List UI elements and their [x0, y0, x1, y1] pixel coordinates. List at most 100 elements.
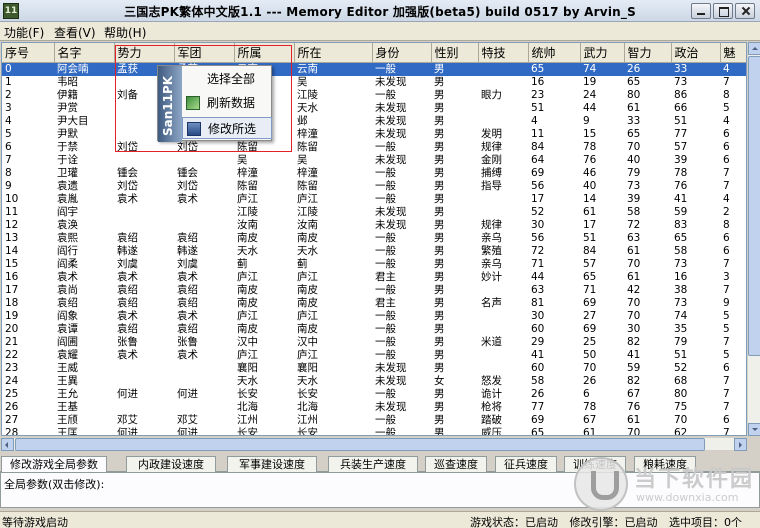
close-button[interactable] [735, 3, 755, 19]
table-cell [114, 401, 174, 414]
tab-domestic-speed[interactable]: 内政建设速度 [126, 456, 216, 472]
scroll-thumb[interactable] [748, 56, 760, 356]
global-params-panel[interactable]: 全局参数(双击修改): [0, 472, 760, 508]
table-row[interactable]: 27 王颀 邓艾 邓艾 江州 江州 一般 男 踏破 69 67 61 70 6 [2, 414, 746, 427]
table-cell: 29 [531, 335, 545, 348]
table-cell: 40 [627, 153, 641, 166]
table-row[interactable]: 3 尹赏 天水 未发现 男 51 44 61 66 5 [2, 101, 746, 115]
table-row[interactable]: 7 于诠 吴 吴 未发现 男 金刚 64 76 40 39 6 [2, 153, 746, 167]
table-cell: 62 [674, 426, 688, 436]
table-row[interactable]: 18 袁绍 袁绍 袁绍 南皮 南皮 君主 男 名声 81 69 70 73 9 [2, 296, 746, 310]
table-row[interactable]: 12 袁涣 汝南 汝南 未发现 男 规律 30 17 72 83 8 [2, 218, 746, 232]
table-cell: 未发现 [375, 127, 407, 140]
table-row[interactable]: 17 袁尚 袁绍 袁绍 南皮 南皮 一般 男 63 71 42 38 7 [2, 284, 746, 297]
table-cell: 21 [5, 335, 19, 348]
tab-equipment-speed[interactable]: 兵装生产速度 [328, 456, 418, 472]
table-cell: 69 [583, 296, 597, 309]
column-header[interactable]: 性别 [431, 43, 479, 63]
tab-military-speed[interactable]: 军事建设速度 [227, 456, 317, 472]
table-cell: 袁涣 [57, 218, 78, 231]
tab-food-consumption-speed[interactable]: 粮耗速度 [634, 456, 696, 472]
table-cell: 6 [723, 231, 730, 244]
table-row[interactable]: 21 阎圃 张鲁 张鲁 汉中 汉中 一般 男 米道 29 25 82 79 7 [2, 335, 746, 349]
scroll-thumb-horizontal[interactable] [15, 438, 705, 451]
table-row[interactable]: 9 袁遗 刘岱 刘岱 陈留 陈留 一般 男 指导 56 40 73 76 7 [2, 179, 746, 193]
column-header[interactable]: 名字 [54, 43, 115, 63]
table-row[interactable]: 15 阎柔 刘虞 刘虞 蓟 蓟 一般 男 亲乌 71 57 70 73 7 [2, 257, 746, 271]
title-bar[interactable]: 11 三国志PK繁体中文版1.1 --- Memory Editor 加强版(b… [0, 0, 760, 22]
context-select-all[interactable]: 选择全部 [182, 68, 272, 90]
table-cell: 男 [434, 114, 445, 127]
context-refresh-data[interactable]: 刷新数据 [182, 92, 272, 114]
table-cell: 81 [531, 296, 545, 309]
context-menu-brand: San11PK [161, 75, 175, 136]
table-row[interactable]: 16 袁术 袁术 袁术 庐江 庐江 君主 男 妙计 44 65 61 16 3 [2, 271, 746, 284]
table-row[interactable]: 14 阎行 韩遂 韩遂 天水 天水 一般 男 繁殖 72 84 61 58 6 [2, 244, 746, 258]
column-header[interactable]: 军团 [174, 43, 235, 63]
table-row[interactable]: 24 王異 天水 天水 未发现 女 怒发 58 26 82 68 7 [2, 374, 746, 388]
officer-grid[interactable]: 序号名字势力军团所属所在身份性别特技统帅武力智力政治魅 0阿会喃孟获孟获云南云南… [1, 42, 747, 436]
table-row[interactable]: 1 韦昭 吴 未发现 男 16 19 65 73 7 [2, 75, 746, 89]
table-row[interactable]: 25 王允 何进 何进 长安 长安 一般 男 诡计 26 6 67 80 7 [2, 388, 746, 401]
table-row[interactable]: 28 王匡 何进 何进 长安 长安 一般 男 威压 65 61 70 62 7 [2, 426, 746, 436]
column-header[interactable]: 所在 [294, 43, 373, 63]
column-header[interactable]: 所属 [234, 43, 295, 63]
menu-function[interactable]: 功能(F) [1, 24, 47, 41]
table-cell: 未发现 [375, 101, 407, 114]
table-cell: 江陵 [237, 205, 258, 218]
menu-help[interactable]: 帮助(H) [101, 24, 149, 41]
table-cell: 男 [434, 231, 445, 244]
table-cell: 于诠 [57, 153, 78, 166]
tab-conscription-speed[interactable]: 征兵速度 [495, 456, 557, 472]
table-row[interactable]: 10 袁胤 袁术 袁术 庐江 庐江 一般 男 17 14 39 41 4 [2, 193, 746, 206]
column-header[interactable]: 身份 [372, 43, 432, 63]
table-cell: 7 [723, 257, 730, 270]
status-bar: 等待游戏启动 游戏状态：已启动 修改引擎：已启动 选中项目：0个 [0, 511, 760, 528]
table-cell: 65 [627, 127, 641, 140]
table-cell: 16 [531, 75, 545, 88]
table-cell: 84 [583, 244, 597, 257]
scroll-right-arrow-icon[interactable] [734, 438, 747, 451]
table-cell: 袁术 [177, 309, 198, 322]
table-cell: 男 [434, 426, 445, 436]
table-cell [478, 102, 528, 115]
tab-patrol-speed[interactable]: 巡查速度 [425, 456, 487, 472]
table-cell: 68 [674, 374, 688, 387]
tab-training-speed[interactable]: 训练速度 [564, 456, 626, 472]
table-row[interactable]: 13 袁熙 袁绍 袁绍 南皮 南皮 一般 男 亲乌 56 51 63 65 6 [2, 231, 746, 245]
tab-global-params[interactable]: 修改游戏全局参数 [1, 456, 107, 472]
table-cell: 刘岱 [177, 140, 198, 153]
table-row[interactable]: 26 王基 北海 北海 未发现 男 枪将 77 78 76 75 7 [2, 401, 746, 414]
column-header[interactable]: 序号 [2, 43, 55, 63]
context-menu-side-band: San11PK [158, 66, 182, 142]
scroll-up-arrow-icon[interactable] [748, 42, 760, 55]
column-header[interactable]: 政治 [671, 43, 721, 63]
table-cell: 男 [434, 205, 445, 218]
table-cell: 56 [531, 179, 545, 192]
column-header[interactable]: 特技 [478, 43, 529, 63]
table-row[interactable]: 23 王威 襄阳 襄阳 未发现 男 60 70 59 52 6 [2, 362, 746, 375]
table-row[interactable]: 4 尹大目 邺 未发现 男 4 9 33 51 4 [2, 114, 746, 128]
table-row[interactable]: 6 于禁 刘岱 刘岱 陈留 陈留 一般 男 规律 84 78 70 57 6 [2, 140, 746, 154]
scroll-left-arrow-icon[interactable] [1, 438, 14, 451]
column-header[interactable]: 智力 [624, 43, 672, 63]
table-row[interactable]: 8 卫瓘 锺会 锺会 梓潼 梓潼 一般 男 捕缚 69 46 79 78 7 [2, 167, 746, 180]
context-modify-selected[interactable]: 修改所选 [182, 117, 272, 139]
horizontal-scrollbar[interactable] [1, 437, 747, 451]
table-row[interactable]: 19 阎象 袁术 袁术 庐江 庐江 一般 男 30 27 70 74 5 [2, 309, 746, 323]
table-row[interactable]: 0阿会喃孟获孟获云南云南一般男657426334 [2, 62, 746, 76]
vertical-scrollbar[interactable] [747, 42, 760, 436]
column-header[interactable]: 统帅 [528, 43, 581, 63]
table-row[interactable]: 2 伊籍 刘备 江陵 一般男眼力 23 24 80 86 8 [2, 89, 746, 102]
table-row[interactable]: 20 袁谭 袁绍 袁绍 南皮 南皮 一般 男 60 69 30 35 5 [2, 323, 746, 336]
scroll-down-arrow-icon[interactable] [748, 423, 760, 436]
table-row[interactable]: 5 尹默 梓潼 未发现 男 发明 11 15 65 77 6 [2, 127, 746, 141]
column-header[interactable]: 武力 [580, 43, 625, 63]
minimize-button[interactable] [691, 3, 711, 19]
column-header[interactable]: 魅 [720, 43, 746, 63]
table-row[interactable]: 11 阎宇 江陵 江陵 未发现 男 52 61 58 59 2 [2, 205, 746, 219]
menu-view[interactable]: 查看(V) [51, 24, 99, 41]
maximize-button[interactable] [713, 3, 733, 19]
column-header[interactable]: 势力 [114, 43, 175, 63]
table-row[interactable]: 22 袁耀 袁术 袁术 庐江 庐江 一般 男 41 50 41 51 5 [2, 349, 746, 362]
